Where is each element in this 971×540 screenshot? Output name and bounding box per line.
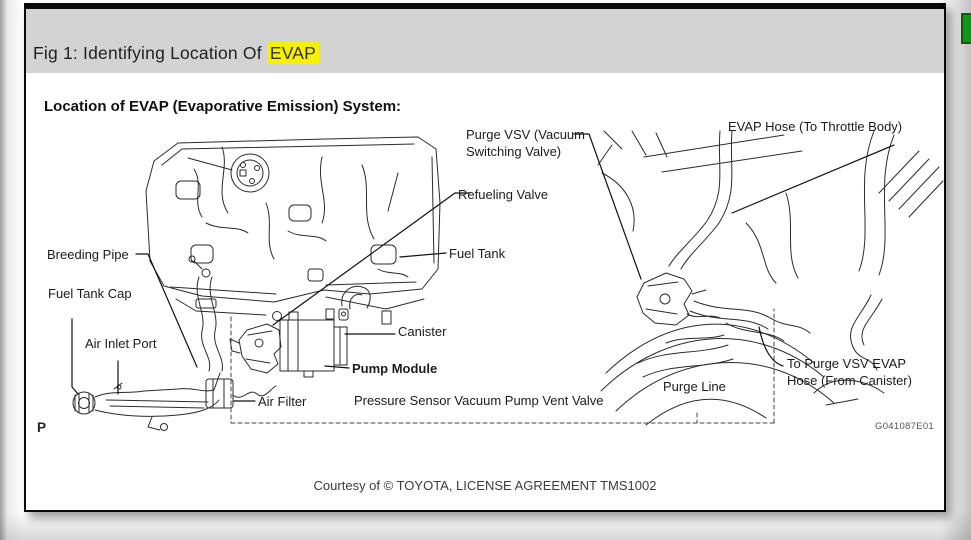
drawing-code: G041087E01 [875, 421, 934, 432]
label-evap-hose: EVAP Hose (To Throttle Body) [728, 119, 903, 134]
label-refueling-valve: Refueling Valve [458, 187, 549, 202]
label-pressure-sensor: Pressure Sensor Vacuum Pump Vent Valve [354, 393, 604, 408]
label-air-inlet-port: Air Inlet Port [85, 336, 157, 351]
courtesy-line: Courtesy of © TOYOTA, LICENSE AGREEMENT … [313, 478, 657, 493]
document-frame: Fig 1: Identifying Location Of EVAP Loca… [24, 3, 946, 512]
diagram-heading: Location of EVAP (Evaporative Emission) … [44, 98, 402, 115]
tank-contour-lines [175, 146, 425, 325]
tank-mount-holes [175, 180, 397, 282]
label-purge-vsv: Purge VSV (Vacuum Switching Valve) [466, 127, 585, 159]
label-pump-module: Pump Module [352, 361, 438, 376]
figure-content: Location of EVAP (Evaporative Emission) … [26, 73, 944, 510]
figure-title-text: Fig 1: Identifying Location Of [33, 43, 267, 63]
label-fuel-tank: Fuel Tank [449, 246, 506, 261]
figure-title-band: Fig 1: Identifying Location Of EVAP [26, 9, 944, 73]
figure-title: Fig 1: Identifying Location Of EVAP [33, 42, 320, 64]
label-to-purge-vsv: To Purge VSV EVAP Hose (From Canister) [787, 356, 912, 388]
label-canister: Canister [398, 324, 447, 339]
label-fuel-tank-cap: Fuel Tank Cap [48, 286, 132, 301]
leader-lines [71, 133, 895, 402]
page: { "header": { "title_prefix": "Fig 1: Id… [0, 0, 971, 540]
label-breeding-pipe: Breeding Pipe [47, 247, 129, 262]
fuel-filler-assembly [72, 372, 221, 431]
fuel-tank-outline [145, 136, 441, 303]
page-marker: P [37, 420, 47, 435]
figure-title-highlight: EVAP [266, 42, 320, 64]
label-purge-line: Purge Line [663, 379, 726, 394]
label-air-filter: Air Filter [258, 394, 307, 409]
green-tab-button[interactable] [961, 13, 971, 44]
pump-module-shape [229, 323, 282, 374]
